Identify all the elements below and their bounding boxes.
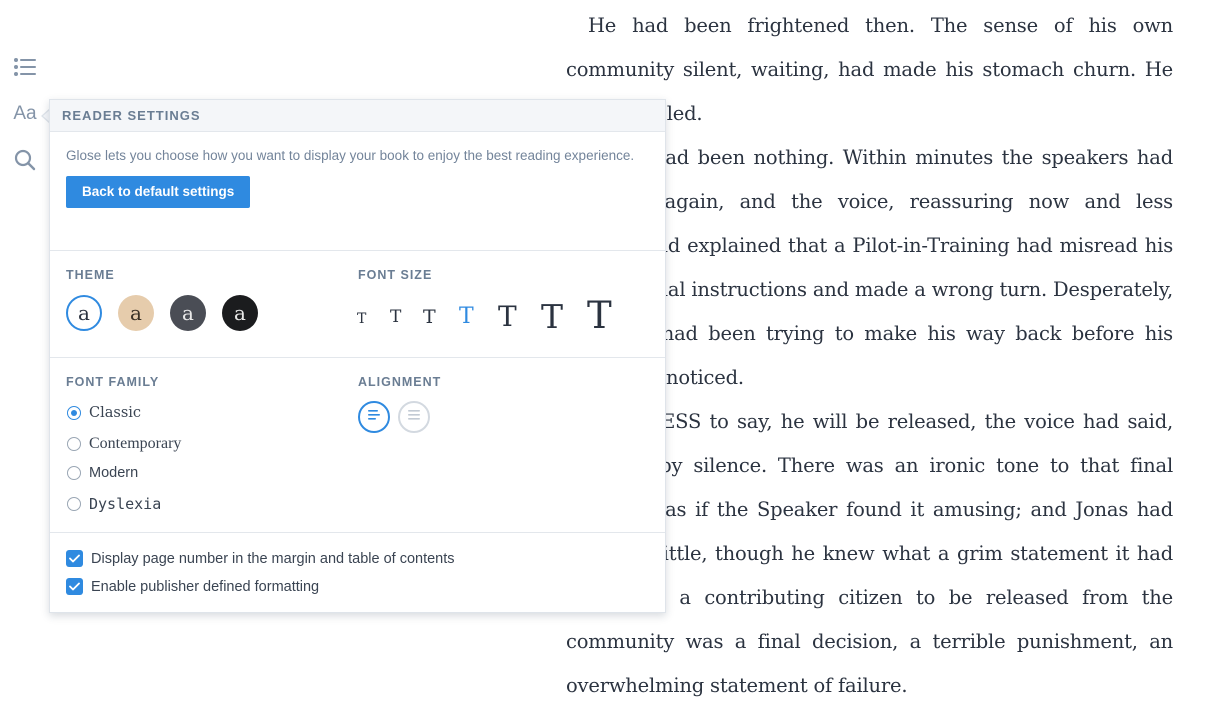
align-justify-button[interactable] xyxy=(398,401,430,433)
page-number-option[interactable]: Display page number in the margin and ta… xyxy=(66,550,455,567)
fontfamily-alignment-section: FONT FAMILY Classic Contemporary Modern … xyxy=(50,357,665,532)
font-family-label: FONT FAMILY xyxy=(66,375,160,389)
font-size-option-4[interactable]: T xyxy=(459,306,474,328)
table-of-contents-icon xyxy=(13,56,37,78)
search-icon xyxy=(14,149,36,171)
theme-black-swatch[interactable]: a xyxy=(222,295,258,331)
font-size-option-3[interactable]: T xyxy=(423,308,436,327)
align-left-icon xyxy=(367,408,381,426)
font-family-option-label: Modern xyxy=(89,465,139,481)
search-button[interactable] xyxy=(10,145,40,175)
font-family-option-label: Classic xyxy=(89,405,142,421)
align-left-button[interactable] xyxy=(358,401,390,433)
font-family-contemporary-option[interactable]: Contemporary xyxy=(67,435,181,453)
font-size-option-2[interactable]: T xyxy=(390,309,401,326)
reader-toolbar: Aa xyxy=(0,0,50,710)
alignment-label: ALIGNMENT xyxy=(358,375,442,389)
font-settings-icon: Aa xyxy=(13,103,37,124)
font-family-option-label: Dyslexia xyxy=(89,495,162,513)
radio-button[interactable] xyxy=(67,437,81,451)
font-family-option-label: Contemporary xyxy=(89,435,182,452)
theme-sepia-swatch[interactable]: a xyxy=(118,295,154,331)
font-size-label: FONT SIZE xyxy=(358,268,433,282)
theme-fontsize-section: THEME a a a a FONT SIZE T T T T T T T xyxy=(50,250,665,357)
theme-label: THEME xyxy=(66,268,115,282)
panel-title: READER SETTINGS xyxy=(50,100,665,132)
radio-button[interactable] xyxy=(67,406,81,420)
font-size-option-1[interactable]: T xyxy=(357,312,366,326)
radio-button[interactable] xyxy=(67,497,81,511)
radio-button[interactable] xyxy=(67,466,81,480)
theme-white-swatch[interactable]: a xyxy=(66,295,102,331)
font-size-option-6[interactable]: T xyxy=(541,300,563,333)
font-settings-button[interactable]: Aa xyxy=(10,99,40,129)
checkbox[interactable] xyxy=(66,578,83,595)
options-section: Display page number in the margin and ta… xyxy=(50,532,665,613)
theme-swatch-glyph: a xyxy=(130,301,142,325)
checkbox[interactable] xyxy=(66,550,83,567)
publisher-formatting-option[interactable]: Enable publisher defined formatting xyxy=(66,578,319,595)
publisher-formatting-option-label: Enable publisher defined formatting xyxy=(91,578,320,595)
theme-swatch-glyph: a xyxy=(234,301,246,325)
reset-defaults-button[interactable]: Back to default settings xyxy=(66,176,251,208)
check-icon xyxy=(69,582,80,591)
font-family-dyslexia-option[interactable]: Dyslexia xyxy=(67,495,161,513)
table-of-contents-button[interactable] xyxy=(10,52,40,82)
font-family-modern-option[interactable]: Modern xyxy=(67,465,138,481)
font-size-option-7[interactable]: T xyxy=(587,297,612,334)
check-icon xyxy=(69,554,80,563)
settings-intro-text: Glose lets you choose how you want to di… xyxy=(66,148,635,163)
theme-gray-swatch[interactable]: a xyxy=(170,295,206,331)
theme-swatch-glyph: a xyxy=(182,301,194,325)
font-family-classic-option[interactable]: Classic xyxy=(67,405,141,421)
theme-swatch-glyph: a xyxy=(78,301,90,325)
page-number-option-label: Display page number in the margin and ta… xyxy=(91,550,455,567)
reader-settings-panel: READER SETTINGS Glose lets you choose ho… xyxy=(49,99,666,613)
font-size-option-5[interactable]: T xyxy=(498,303,517,331)
align-justify-icon xyxy=(407,408,421,426)
